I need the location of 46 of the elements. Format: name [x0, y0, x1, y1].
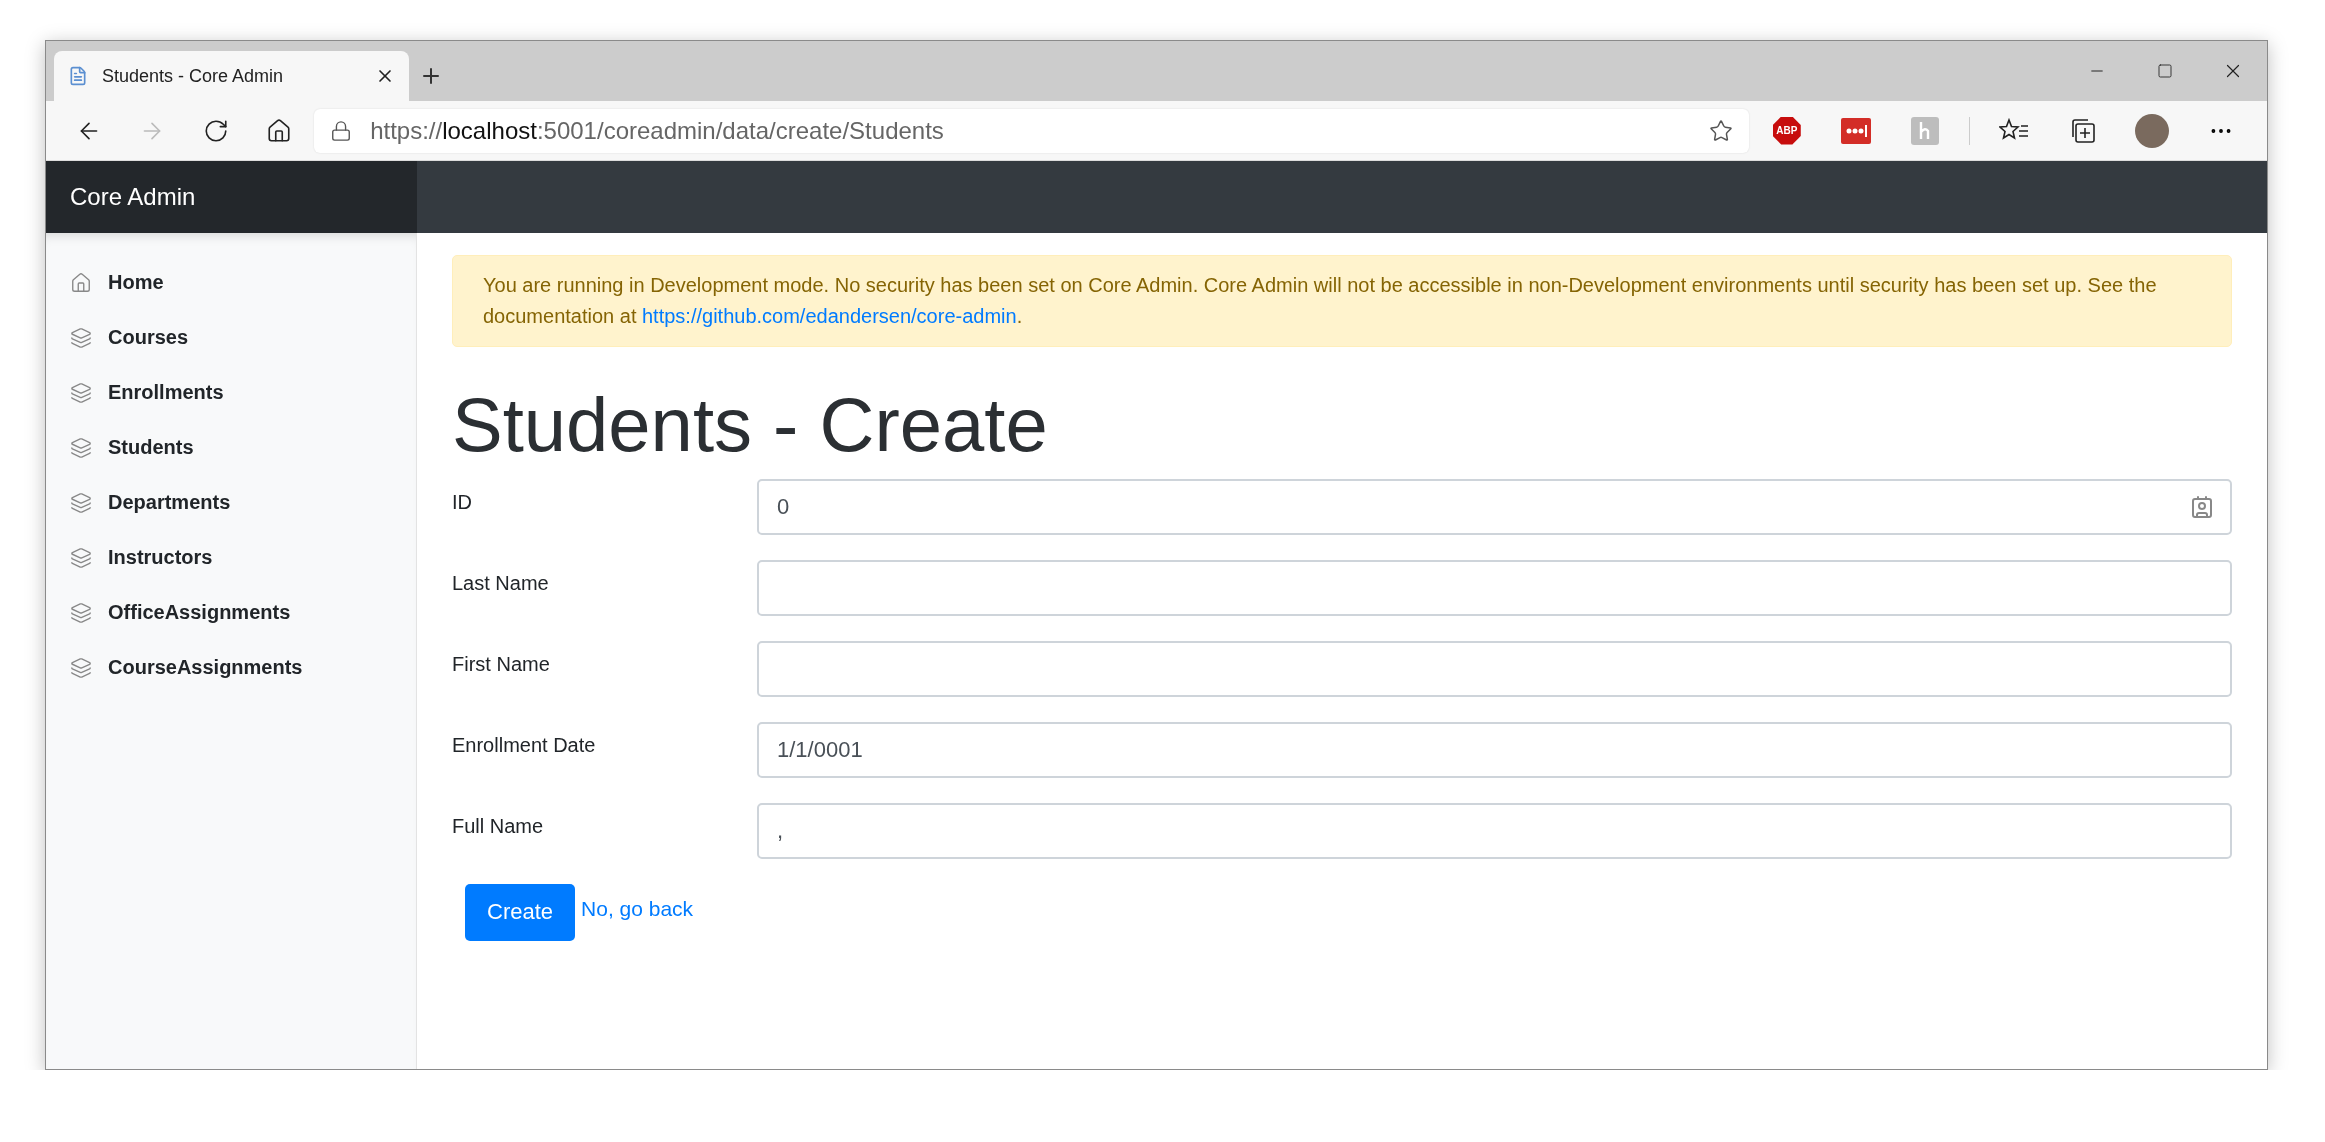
- page-title: Students - Create: [452, 385, 1049, 465]
- layers-icon: [70, 381, 92, 404]
- address-bar[interactable]: https://localhost:5001/coreadmin/data/create/Students: [314, 108, 1750, 153]
- adblock-extension-icon[interactable]: ABP: [1772, 116, 1801, 145]
- home-icon[interactable]: [266, 117, 293, 144]
- contact-card-icon: [2190, 494, 2214, 519]
- input-field[interactable]: [757, 559, 2232, 616]
- layers-icon: [70, 546, 92, 569]
- layers-icon: [70, 326, 92, 349]
- create-button[interactable]: Create: [465, 883, 576, 941]
- go-back-link[interactable]: No, go back: [581, 897, 694, 922]
- sidebar-item[interactable]: Students: [46, 420, 416, 475]
- warning-alert: You are running in Development mode. No security has been set on Core Admin. Core Admin will not be accessible in non-Development environments until security has been set up. See the documentation at https://github.com/edandersen/core-admin.: [452, 255, 2232, 347]
- layers-icon: [70, 491, 92, 514]
- layers-icon: [70, 436, 92, 459]
- sidebar-item[interactable]: OfficeAssignments: [46, 585, 416, 640]
- sidebar-item[interactable]: Departments: [46, 475, 416, 530]
- sidebar-item[interactable]: Home: [46, 255, 416, 310]
- input-field[interactable]: ,: [757, 802, 2232, 859]
- field-label: ID: [452, 489, 473, 514]
- lock-icon: [330, 119, 353, 142]
- home-icon: [70, 271, 92, 294]
- layers-icon: [70, 656, 92, 679]
- profile-avatar[interactable]: [2135, 113, 2170, 148]
- field-label: Last Name: [452, 570, 550, 595]
- maximize-icon[interactable]: [2157, 63, 2173, 79]
- input-field[interactable]: 1/1/0001: [757, 721, 2232, 778]
- field-label: Full Name: [452, 813, 545, 838]
- layers-icon: [70, 601, 92, 624]
- sidebar-item[interactable]: Enrollments: [46, 365, 416, 420]
- refresh-icon[interactable]: [202, 117, 229, 144]
- sidebar-item[interactable]: CourseAssignments: [46, 640, 416, 695]
- add-favorite-icon[interactable]: [1709, 118, 1734, 143]
- sidebar-item[interactable]: Instructors: [46, 530, 416, 585]
- input-field[interactable]: 0: [757, 478, 2232, 535]
- dots-extension-icon[interactable]: [1841, 117, 1872, 144]
- field-label: Enrollment Date: [452, 732, 597, 757]
- browser-tab[interactable]: Students - Core Admin: [54, 51, 409, 101]
- sidebar-item[interactable]: Courses: [46, 310, 416, 365]
- documentation-link[interactable]: https://github.com/edandersen/core-admin: [642, 305, 1017, 327]
- brand-title[interactable]: Core Admin: [46, 161, 417, 233]
- field-label: First Name: [452, 651, 551, 676]
- tab-title: Students - Core Admin: [102, 65, 285, 87]
- url-text: https://localhost:5001/coreadmin/data/create/Students: [370, 116, 945, 145]
- page-icon: [68, 66, 88, 86]
- input-field[interactable]: [757, 640, 2232, 697]
